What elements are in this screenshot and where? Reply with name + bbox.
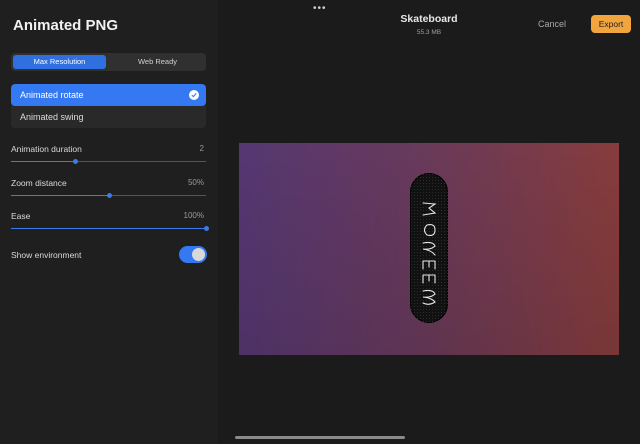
slider-knob[interactable] bbox=[204, 226, 209, 231]
animation-duration-label: Animation duration bbox=[11, 144, 82, 154]
animated-swing-option[interactable]: Animated swing bbox=[11, 106, 206, 128]
ease-value: 100% bbox=[183, 211, 204, 220]
show-environment-label: Show environment bbox=[11, 250, 82, 260]
slider-fill bbox=[11, 161, 75, 162]
animation-duration-slider[interactable] bbox=[11, 159, 206, 164]
animated-rotate-label: Animated rotate bbox=[20, 90, 84, 100]
panel-title: Animated PNG bbox=[13, 17, 119, 34]
zoom-distance-label: Zoom distance bbox=[11, 178, 67, 188]
skateboard-model bbox=[410, 173, 448, 323]
resolution-segmented-control: Max Resolution Web Ready bbox=[11, 53, 206, 71]
max-resolution-option[interactable]: Max Resolution bbox=[13, 55, 106, 69]
zoom-distance-slider[interactable] bbox=[11, 193, 206, 198]
export-button[interactable]: Export bbox=[591, 15, 631, 33]
ease-label: Ease bbox=[11, 211, 31, 221]
toggle-thumb bbox=[192, 248, 205, 261]
animation-type-list: Animated rotate Animated swing bbox=[11, 84, 206, 128]
ease-slider[interactable] bbox=[11, 226, 209, 231]
cancel-button[interactable]: Cancel bbox=[538, 19, 566, 29]
slider-knob[interactable] bbox=[73, 159, 78, 164]
animated-rotate-option[interactable]: Animated rotate bbox=[11, 84, 206, 106]
show-environment-toggle[interactable] bbox=[179, 246, 207, 263]
animated-swing-label: Animated swing bbox=[20, 112, 84, 122]
settings-panel: Animated PNG Max Resolution Web Ready An… bbox=[0, 0, 218, 444]
slider-fill bbox=[11, 195, 109, 196]
zoom-distance-value: 50% bbox=[187, 178, 204, 187]
animation-duration-value: 2 bbox=[199, 144, 204, 153]
home-indicator bbox=[235, 436, 405, 439]
slider-knob[interactable] bbox=[107, 193, 112, 198]
animation-preview bbox=[239, 143, 619, 355]
web-ready-option[interactable]: Web Ready bbox=[111, 55, 204, 69]
document-size: 55.3 MB bbox=[416, 29, 442, 36]
checkmark-icon bbox=[189, 90, 199, 100]
board-lettering-graphic bbox=[422, 202, 437, 305]
slider-fill bbox=[11, 228, 206, 229]
document-title: Skateboard bbox=[400, 13, 458, 25]
